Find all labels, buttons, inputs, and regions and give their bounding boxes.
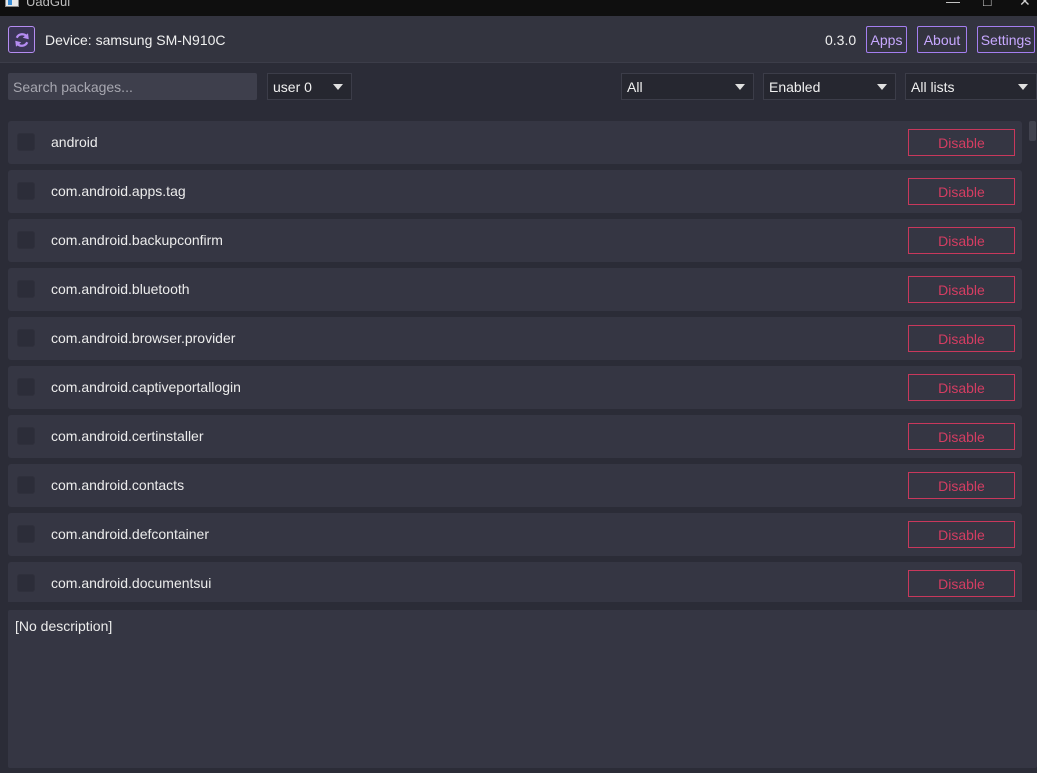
- disable-button[interactable]: Disable: [908, 276, 1015, 303]
- disable-button[interactable]: Disable: [908, 178, 1015, 205]
- minimize-icon[interactable]: —: [946, 0, 960, 8]
- refresh-button[interactable]: [8, 26, 35, 53]
- version-label: 0.3.0: [825, 32, 857, 48]
- filter-bar: user 0 All Enabled All lists: [0, 64, 1037, 112]
- description-panel: [No description]: [8, 610, 1037, 768]
- package-row[interactable]: com.android.certinstaller Disable: [8, 415, 1022, 458]
- chevron-down-icon: [735, 84, 745, 90]
- package-name: com.android.certinstaller: [51, 428, 204, 444]
- package-name: com.android.bluetooth: [51, 281, 190, 297]
- package-row[interactable]: com.android.backupconfirm Disable: [8, 219, 1022, 262]
- user-select[interactable]: user 0: [267, 73, 352, 100]
- app-icon: [5, 0, 19, 7]
- package-name: com.android.defcontainer: [51, 526, 209, 542]
- package-checkbox[interactable]: [17, 280, 35, 298]
- package-name: com.android.apps.tag: [51, 183, 186, 199]
- lists-select[interactable]: All lists: [905, 73, 1037, 100]
- refresh-icon: [14, 32, 29, 47]
- chevron-down-icon: [1018, 84, 1028, 90]
- package-checkbox[interactable]: [17, 329, 35, 347]
- user-select-value: user 0: [273, 78, 312, 95]
- description-text: [No description]: [15, 618, 113, 634]
- scrollbar-thumb[interactable]: [1029, 121, 1036, 141]
- state-select[interactable]: Enabled: [763, 73, 896, 100]
- disable-button[interactable]: Disable: [908, 521, 1015, 548]
- state-select-value: Enabled: [769, 78, 821, 95]
- disable-button[interactable]: Disable: [908, 129, 1015, 156]
- package-name: com.android.captiveportallogin: [51, 379, 241, 395]
- package-row[interactable]: com.android.documentsui Disable: [8, 562, 1022, 602]
- search-input[interactable]: [8, 73, 257, 100]
- package-row[interactable]: com.android.defcontainer Disable: [8, 513, 1022, 556]
- chevron-down-icon: [877, 84, 887, 90]
- lists-select-value: All lists: [911, 78, 955, 95]
- chevron-down-icon: [333, 84, 343, 90]
- disable-button[interactable]: Disable: [908, 570, 1015, 597]
- disable-button[interactable]: Disable: [908, 374, 1015, 401]
- package-row[interactable]: com.android.apps.tag Disable: [8, 170, 1022, 213]
- list-scrollbar[interactable]: [1028, 121, 1037, 600]
- disable-button[interactable]: Disable: [908, 423, 1015, 450]
- package-checkbox[interactable]: [17, 476, 35, 494]
- disable-button[interactable]: Disable: [908, 325, 1015, 352]
- package-checkbox[interactable]: [17, 231, 35, 249]
- apps-button[interactable]: Apps: [866, 26, 907, 53]
- package-checkbox[interactable]: [17, 378, 35, 396]
- package-list: android Disable com.android.apps.tag Dis…: [0, 119, 1037, 602]
- package-name: com.android.documentsui: [51, 575, 212, 591]
- package-checkbox[interactable]: [17, 427, 35, 445]
- top-bar: Device: samsung SM-N910C 0.3.0 Apps Abou…: [0, 16, 1037, 63]
- package-row[interactable]: com.android.contacts Disable: [8, 464, 1022, 507]
- maximize-icon[interactable]: □: [983, 0, 991, 8]
- category-select[interactable]: All: [621, 73, 754, 100]
- settings-button[interactable]: Settings: [977, 26, 1035, 53]
- package-name: com.android.contacts: [51, 477, 185, 493]
- package-row[interactable]: com.android.captiveportallogin Disable: [8, 366, 1022, 409]
- package-name: com.android.backupconfirm: [51, 232, 223, 248]
- window-titlebar: UadGui — □ ✕: [0, 0, 1037, 16]
- package-checkbox[interactable]: [17, 182, 35, 200]
- package-checkbox[interactable]: [17, 133, 35, 151]
- close-icon[interactable]: ✕: [1019, 0, 1031, 8]
- package-name: com.android.browser.provider: [51, 330, 236, 346]
- package-checkbox[interactable]: [17, 574, 35, 592]
- package-row[interactable]: android Disable: [8, 121, 1022, 164]
- package-checkbox[interactable]: [17, 525, 35, 543]
- package-name: android: [51, 134, 98, 150]
- package-row[interactable]: com.android.bluetooth Disable: [8, 268, 1022, 311]
- device-label: Device: samsung SM-N910C: [45, 32, 226, 48]
- package-row[interactable]: com.android.browser.provider Disable: [8, 317, 1022, 360]
- disable-button[interactable]: Disable: [908, 472, 1015, 499]
- category-select-value: All: [627, 78, 643, 95]
- window-title: UadGui: [26, 0, 71, 9]
- disable-button[interactable]: Disable: [908, 227, 1015, 254]
- about-button[interactable]: About: [917, 26, 967, 53]
